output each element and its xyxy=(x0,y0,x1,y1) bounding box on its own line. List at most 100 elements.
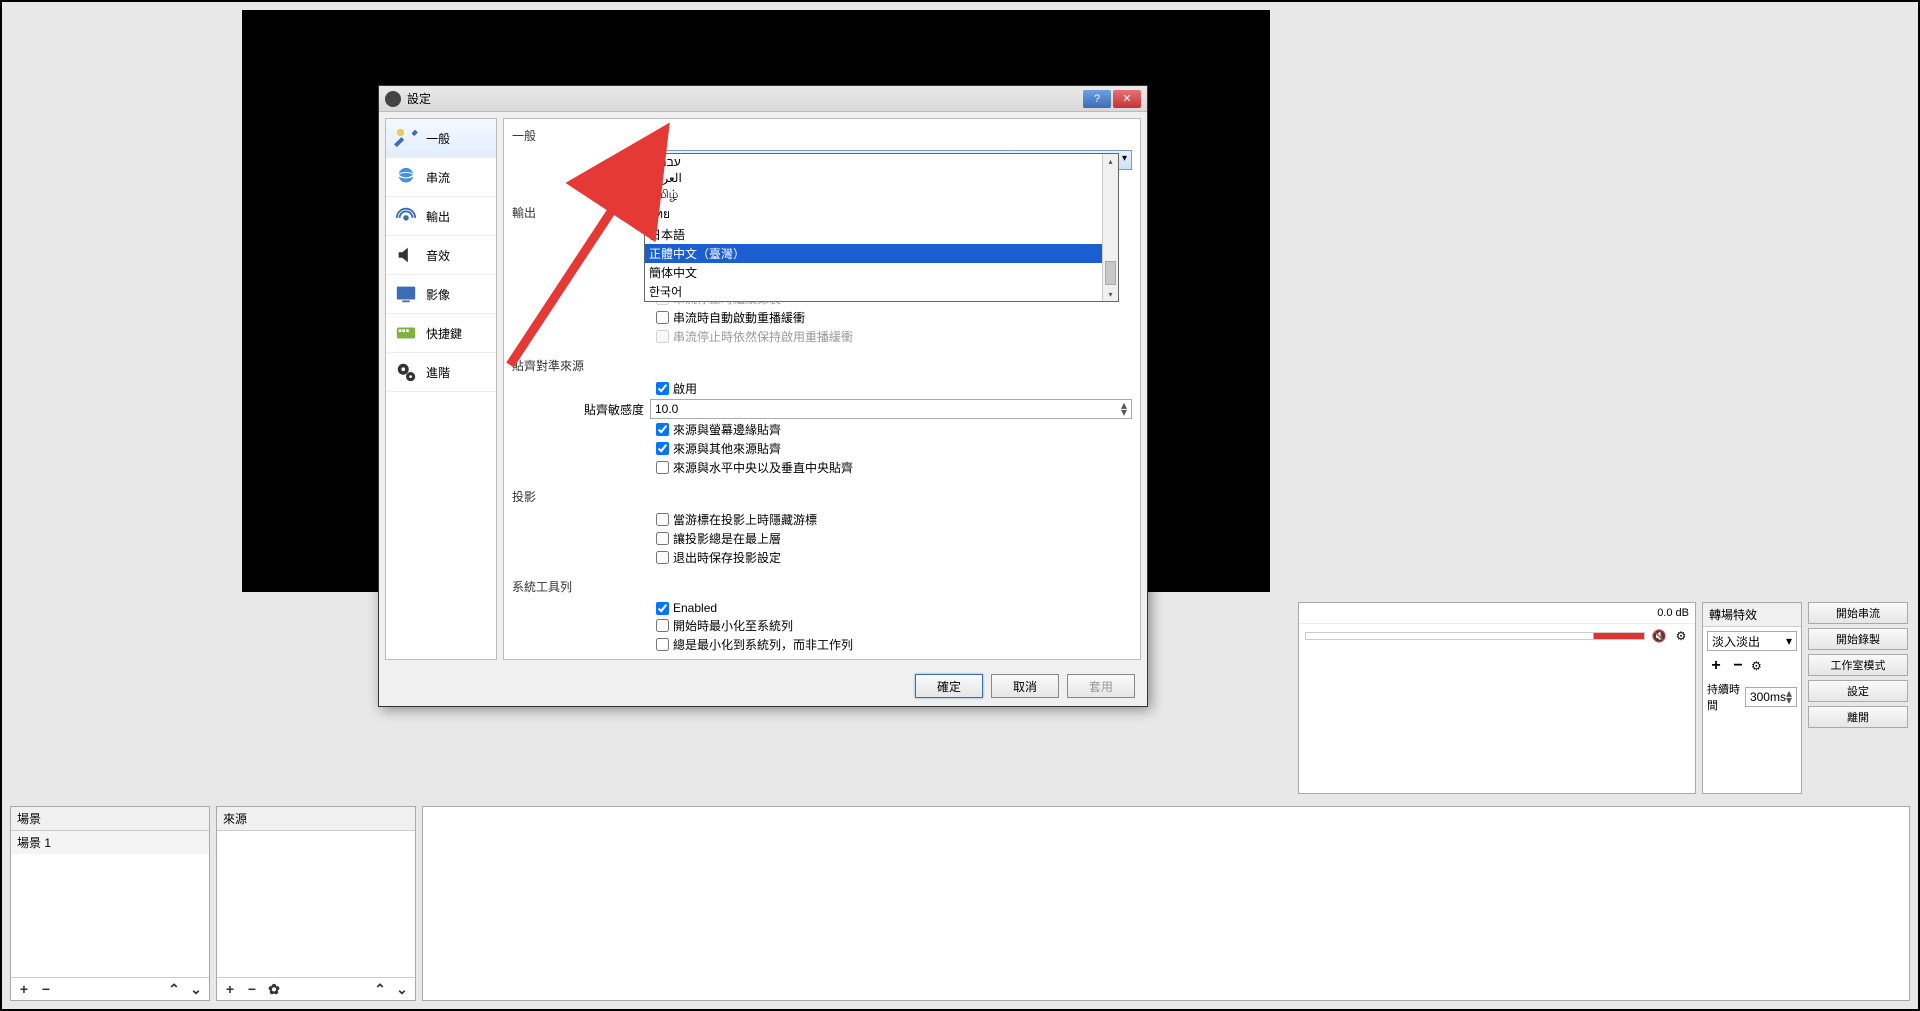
cancel-button[interactable]: 取消 xyxy=(991,674,1059,698)
sidebar-label-hotkeys: 快捷鍵 xyxy=(426,325,462,342)
bottom-panels: 場景 場景 1 + − ⌃ ⌄ 來源 + − ✿ ⌃ ⌄ xyxy=(10,806,1910,1001)
globe-icon xyxy=(392,166,420,188)
check-auto-replay[interactable]: 串流時自動啟動重播緩衝 xyxy=(656,309,1132,326)
sidebar-label-video: 影像 xyxy=(426,286,450,303)
speaker-icon xyxy=(392,244,420,266)
sidebar-label-output: 輸出 xyxy=(426,208,450,225)
scene-down-button[interactable]: ⌄ xyxy=(187,980,205,998)
check-tray-min-start[interactable]: 開始時最小化至系統列 xyxy=(656,617,1132,634)
scenes-panel: 場景 場景 1 + − ⌃ ⌄ xyxy=(10,806,210,1001)
sources-header: 來源 xyxy=(217,807,415,831)
duration-value: 300ms xyxy=(1750,690,1786,704)
transition-gear-icon[interactable]: ⚙ xyxy=(1751,659,1767,673)
snap-sensitivity-input[interactable]: 10.0 ▴▾ xyxy=(650,399,1132,419)
dropdown-item[interactable]: 한국어 xyxy=(645,282,1118,301)
source-up-button[interactable]: ⌃ xyxy=(371,980,389,998)
obs-icon xyxy=(385,91,401,107)
section-systray: 系統工具列 xyxy=(512,576,1132,601)
check-proj-save-exit[interactable]: 退出時保存投影設定 xyxy=(656,549,1132,566)
sidebar-item-output[interactable]: 輸出 xyxy=(386,197,496,236)
monitor-icon xyxy=(392,283,420,305)
check-tray-min-always[interactable]: 總是最小化到系統列，而非工作列 xyxy=(656,636,1132,653)
sidebar-label-advanced: 進階 xyxy=(426,364,450,381)
add-transition-button[interactable]: + xyxy=(1707,657,1725,675)
section-general: 一般 xyxy=(512,125,1132,150)
duration-spinner[interactable]: ▴▾ xyxy=(1786,690,1792,704)
scroll-down-icon[interactable]: ▾ xyxy=(1103,287,1118,301)
audio-meter xyxy=(1305,632,1645,640)
check-tray-enabled[interactable]: Enabled xyxy=(656,601,1132,615)
dropdown-item[interactable]: தமிழ் xyxy=(645,186,1118,204)
sidebar-item-advanced[interactable]: 進階 xyxy=(386,353,496,392)
scene-item[interactable]: 場景 1 xyxy=(11,831,209,854)
sources-panel: 來源 + − ✿ ⌃ ⌄ xyxy=(216,806,416,1001)
dropdown-item[interactable]: العربية xyxy=(645,170,1118,186)
remove-scene-button[interactable]: − xyxy=(37,980,55,998)
section-snap: 貼齊對準來源 xyxy=(512,355,1132,380)
scroll-thumb[interactable] xyxy=(1105,261,1116,285)
transition-select[interactable]: 淡入淡出 ▾ xyxy=(1707,631,1797,651)
check-proj-hide-cursor[interactable]: 當游標在投影上時隱藏游標 xyxy=(656,511,1132,528)
language-label: 語言 xyxy=(512,152,650,169)
dropdown-item-selected[interactable]: 正體中文（臺灣） xyxy=(645,244,1118,263)
broadcast-icon xyxy=(392,205,420,227)
source-down-button[interactable]: ⌄ xyxy=(393,980,411,998)
remove-source-button[interactable]: − xyxy=(243,980,261,998)
sidebar-label-stream: 串流 xyxy=(426,169,450,186)
scroll-up-icon[interactable]: ▴ xyxy=(1103,154,1118,168)
close-button[interactable]: ✕ xyxy=(1113,90,1141,108)
sidebar-item-hotkeys[interactable]: 快捷鍵 xyxy=(386,314,496,353)
chevron-down-icon: ▾ xyxy=(1786,634,1792,648)
mixer-panel xyxy=(422,806,1910,1001)
right-area: 0.0 dB 🔇 ⚙ 轉場特效 淡入淡出 ▾ + − ⚙ 持續時間 xyxy=(1298,602,1908,794)
scene-up-button[interactable]: ⌃ xyxy=(165,980,183,998)
transitions-header: 轉場特效 xyxy=(1703,603,1801,627)
scenes-list[interactable]: 場景 1 xyxy=(11,831,209,977)
sidebar-item-audio[interactable]: 音效 xyxy=(386,236,496,275)
keyboard-icon xyxy=(392,322,420,344)
settings-sidebar: 一般 串流 輸出 音效 影像 快捷鍵 xyxy=(385,118,497,660)
section-projector: 投影 xyxy=(512,486,1132,511)
mixer-right: 0.0 dB 🔇 ⚙ xyxy=(1298,602,1696,794)
studio-mode-button[interactable]: 工作室模式 xyxy=(1808,654,1908,676)
source-settings-button[interactable]: ✿ xyxy=(265,980,283,998)
settings-button[interactable]: 設定 xyxy=(1808,680,1908,702)
mute-icon[interactable]: 🔇 xyxy=(1651,628,1667,644)
theme-label: 主題 xyxy=(512,174,650,191)
start-stream-button[interactable]: 開始串流 xyxy=(1808,602,1908,624)
dialog-titlebar[interactable]: 設定 ? ✕ xyxy=(379,86,1147,112)
sidebar-item-general[interactable]: 一般 xyxy=(386,119,496,158)
check-snap-enable[interactable]: 啟用 xyxy=(656,380,1132,397)
dropdown-item[interactable]: ไทย xyxy=(645,204,1118,225)
help-button[interactable]: ? xyxy=(1083,90,1111,108)
dropdown-scrollbar[interactable]: ▴ ▾ xyxy=(1102,154,1118,301)
apply-button[interactable]: 套用 xyxy=(1067,674,1135,698)
dropdown-item[interactable]: 簡体中文 xyxy=(645,263,1118,282)
duration-label: 持續時間 xyxy=(1707,681,1741,713)
start-record-button[interactable]: 開始錄製 xyxy=(1808,628,1908,650)
check-snap-edge[interactable]: 來源與螢幕邊緣貼齊 xyxy=(656,421,1132,438)
remove-transition-button[interactable]: − xyxy=(1729,657,1747,675)
transitions-panel: 轉場特效 淡入淡出 ▾ + − ⚙ 持續時間 300ms ▴▾ xyxy=(1702,602,1802,794)
check-proj-always-top[interactable]: 讓投影總是在最上層 xyxy=(656,530,1132,547)
add-source-button[interactable]: + xyxy=(221,980,239,998)
dropdown-item[interactable]: 日本語 xyxy=(645,225,1118,244)
sidebar-item-stream[interactable]: 串流 xyxy=(386,158,496,197)
exit-button[interactable]: 離開 xyxy=(1808,706,1908,728)
dropdown-item[interactable]: עברית xyxy=(645,154,1118,170)
check-snap-other[interactable]: 來源與其他來源貼齊 xyxy=(656,440,1132,457)
ok-button[interactable]: 確定 xyxy=(915,674,983,698)
spinner-buttons[interactable]: ▴▾ xyxy=(1121,402,1127,416)
dialog-buttons: 確定 取消 套用 xyxy=(379,666,1147,706)
duration-input[interactable]: 300ms ▴▾ xyxy=(1745,687,1797,707)
sidebar-item-video[interactable]: 影像 xyxy=(386,275,496,314)
scenes-header: 場景 xyxy=(11,807,209,831)
control-buttons: 開始串流 開始錄製 工作室模式 設定 離開 xyxy=(1808,602,1908,794)
language-dropdown[interactable]: עברית العربية தமிழ் ไทย 日本語 正體中文（臺灣） 簡体中… xyxy=(644,153,1119,302)
dialog-title: 設定 xyxy=(407,90,1081,107)
sources-list[interactable] xyxy=(217,831,415,977)
add-scene-button[interactable]: + xyxy=(15,980,33,998)
check-snap-center[interactable]: 來源與水平中央以及垂直中央貼齊 xyxy=(656,459,1132,476)
audio-gear-icon[interactable]: ⚙ xyxy=(1673,628,1689,644)
gears-icon xyxy=(392,361,420,383)
